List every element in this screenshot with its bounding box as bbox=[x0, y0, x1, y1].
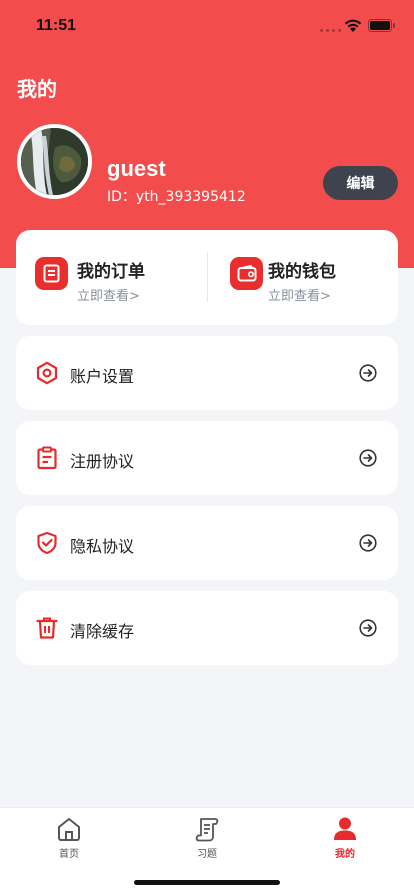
battery-icon bbox=[368, 19, 395, 32]
menu-item-clear-cache[interactable]: 清除缓存 bbox=[16, 591, 398, 665]
username: guest bbox=[107, 156, 166, 181]
my-wallet-title: 我的钱包 bbox=[268, 262, 336, 282]
arrow-right-icon bbox=[359, 364, 377, 382]
tab-home[interactable]: 首页 bbox=[0, 808, 138, 868]
quick-actions-card: 我的订单 立即查看> 我的钱包 立即查看> bbox=[16, 230, 398, 325]
tab-mine[interactable]: 我的 bbox=[276, 808, 414, 868]
my-orders-title: 我的订单 bbox=[77, 262, 145, 282]
clipboard-icon bbox=[37, 446, 57, 470]
settings-icon bbox=[36, 361, 58, 385]
menu-item-privacy-agreement[interactable]: 隐私协议 bbox=[16, 506, 398, 580]
tab-label: 我的 bbox=[335, 849, 355, 860]
menu-item-label: 注册协议 bbox=[70, 452, 135, 471]
menu-item-registration-agreement[interactable]: 注册协议 bbox=[16, 421, 398, 495]
arrow-right-icon bbox=[359, 449, 377, 467]
page-title: 我的 bbox=[17, 77, 57, 101]
user-id: ID：yth_393395412 bbox=[107, 189, 246, 205]
user-icon bbox=[334, 817, 356, 840]
menu-item-label: 隐私协议 bbox=[70, 537, 135, 556]
menu-item-account-settings[interactable]: 账户设置 bbox=[16, 336, 398, 410]
signal-icon bbox=[320, 29, 341, 32]
wifi-icon bbox=[344, 19, 362, 32]
my-orders-subtitle: 立即查看> bbox=[77, 289, 140, 304]
scroll-icon bbox=[195, 818, 219, 842]
home-icon bbox=[58, 818, 80, 841]
shield-check-icon bbox=[37, 531, 57, 555]
edit-profile-button[interactable]: 编辑 bbox=[323, 166, 398, 200]
my-wallet-button[interactable]: 我的钱包 立即查看> bbox=[207, 230, 398, 325]
tab-label: 习题 bbox=[197, 849, 217, 860]
menu-item-label: 清除缓存 bbox=[70, 622, 135, 641]
wallet-icon bbox=[230, 257, 263, 290]
tab-label: 首页 bbox=[59, 849, 79, 860]
arrow-right-icon bbox=[359, 619, 377, 637]
trash-icon bbox=[36, 617, 58, 639]
home-indicator bbox=[134, 880, 280, 885]
my-orders-button[interactable]: 我的订单 立即查看> bbox=[16, 230, 207, 325]
arrow-right-icon bbox=[359, 534, 377, 552]
status-time: 11:51 bbox=[36, 17, 77, 34]
avatar[interactable] bbox=[17, 124, 92, 199]
menu-item-label: 账户设置 bbox=[70, 367, 135, 386]
tab-exercises[interactable]: 习题 bbox=[138, 808, 276, 868]
order-icon bbox=[35, 257, 68, 290]
my-wallet-subtitle: 立即查看> bbox=[268, 289, 331, 304]
status-bar: 11:51 bbox=[0, 0, 414, 50]
